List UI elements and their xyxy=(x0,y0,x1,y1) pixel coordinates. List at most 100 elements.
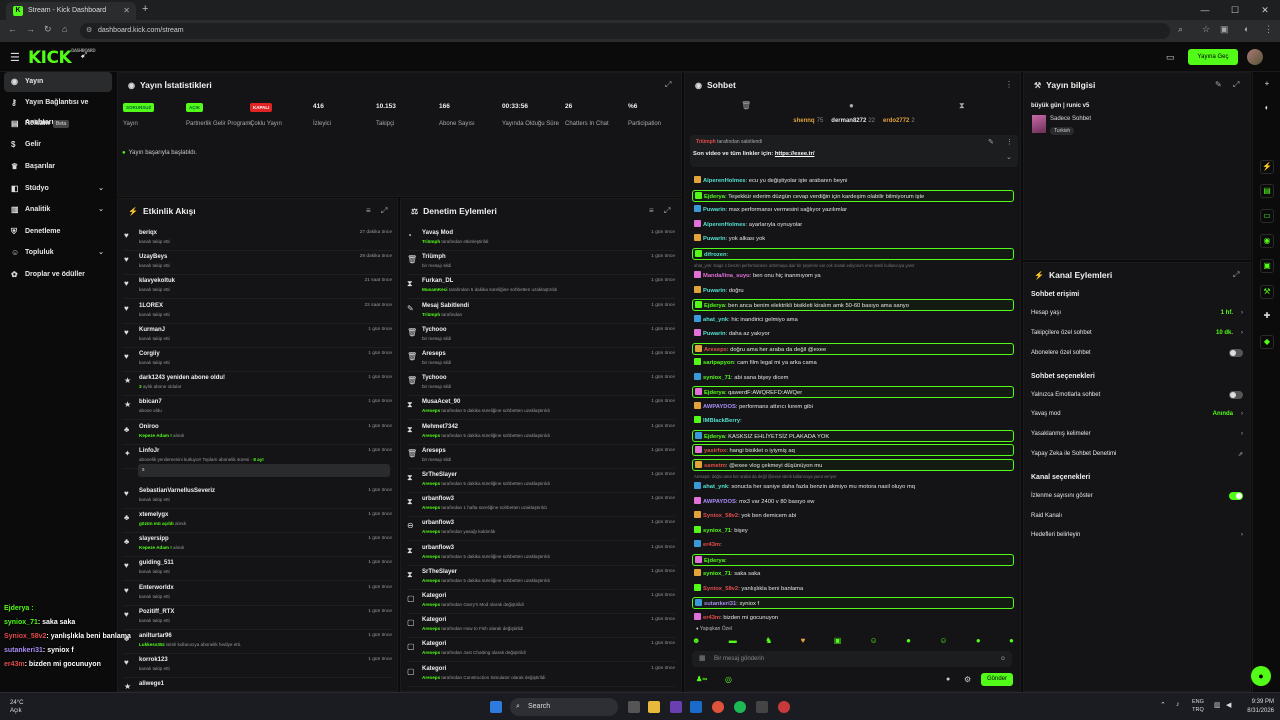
chat-username[interactable]: Ejderya xyxy=(704,390,725,396)
browser-tab[interactable]: K Stream - Kick Dashboard ✕ xyxy=(6,2,136,20)
chat-username[interactable]: Areseps xyxy=(704,347,727,353)
send-button[interactable]: Gönder xyxy=(981,673,1013,686)
address-bar[interactable]: ⚙ dashboard.kick.com/stream xyxy=(80,23,1170,39)
close-window-icon[interactable]: ✕ xyxy=(1250,0,1280,20)
settings-icon[interactable]: ⚙ xyxy=(964,675,971,684)
top-chatter[interactable]: shennq 75 xyxy=(793,118,823,124)
app-icon[interactable] xyxy=(670,701,682,713)
maximize-icon[interactable]: ☐ xyxy=(1220,0,1250,20)
task-view-icon[interactable] xyxy=(628,701,640,713)
chat-username[interactable]: er43m xyxy=(703,615,720,621)
expand-icon[interactable]: ⤢ xyxy=(665,80,671,90)
avatar[interactable] xyxy=(1247,49,1263,65)
chat-username[interactable]: syniox_71 xyxy=(703,528,731,534)
chat-username[interactable]: AWPAYDOS xyxy=(703,404,736,410)
list-item[interactable]: ♣ slayersipp Kepeze Adam ! alındı 1 gün önc… xyxy=(124,533,392,558)
emote-icon[interactable]: ● xyxy=(1009,636,1014,646)
tray-chevron-icon[interactable]: ⌃ xyxy=(1160,701,1166,709)
slow-mode-row[interactable]: Yavaş mod Anında › xyxy=(1031,411,1243,423)
pin-menu-icon[interactable]: ⋮ xyxy=(1006,138,1013,146)
sidebar-item-studio[interactable]: ◧ Stüdyo ⌄ xyxy=(4,179,112,199)
emote-icon[interactable]: ☺ xyxy=(939,636,947,646)
list-item[interactable]: ▢ Kategori Areseps tarafından Construction… xyxy=(407,663,675,687)
sub-message-field[interactable]: s xyxy=(138,464,390,477)
chat-message[interactable]: syniox_71: saka saka xyxy=(692,568,1014,580)
forward-icon[interactable]: → xyxy=(26,24,35,34)
chat-username[interactable]: Puwarin xyxy=(703,288,726,294)
chat-icon[interactable]: ● xyxy=(849,101,854,110)
list-item[interactable]: 🗑 Tychooo bir mesajı sildi 1 gün önce xyxy=(407,324,675,348)
bookmark-star-icon[interactable]: ☆ xyxy=(1202,24,1210,35)
home-icon[interactable]: ⌂ xyxy=(62,24,67,34)
list-item[interactable]: ♥ Enterworldx kanalı takip etti 1 gün önce xyxy=(124,582,392,606)
sidebar-item-ads[interactable]: ▤ Reklam Beta xyxy=(4,114,112,134)
file-explorer-icon[interactable] xyxy=(648,701,660,713)
list-item[interactable]: ⧗ Mehmet7342 Areseps tarafından 5 dakika s… xyxy=(407,421,675,445)
account-age-row[interactable]: Hesap yaşı 1 hf. › xyxy=(1031,310,1243,322)
chat-username[interactable]: er43m xyxy=(703,542,720,548)
start-icon[interactable] xyxy=(490,701,502,713)
pinned-link[interactable]: https://exee.tr/ xyxy=(775,151,815,157)
video-icon[interactable]: ▣ xyxy=(1260,259,1274,273)
puzzle-icon[interactable]: ✚ xyxy=(1260,310,1274,324)
emote-icon[interactable]: ▬ xyxy=(729,636,737,646)
expand-icon[interactable]: ⤢ xyxy=(1233,270,1239,280)
chat-username[interactable]: AWPAYDOS xyxy=(703,499,736,505)
expand-icon[interactable]: ⤢ xyxy=(381,206,387,216)
mic-icon[interactable]: ♪ xyxy=(1176,701,1180,708)
chat-message[interactable]: Ejderya: qawerdF:AWQREFD:AWQer xyxy=(692,386,1014,398)
emotes-only-toggle[interactable] xyxy=(1229,391,1243,399)
go-live-button[interactable]: Yayına Geç xyxy=(1188,49,1238,65)
list-item[interactable]: ♥ Pozitiff_RTX kanalı takip etti 1 gün önce xyxy=(124,606,392,630)
extensions-icon[interactable]: ▣ xyxy=(1220,24,1229,35)
chat-message[interactable]: ahat_ynk: hic inandirici gelmiyo ama xyxy=(692,314,1014,326)
chat-message[interactable]: Syniox_58v2: yok ben demicem abi xyxy=(692,510,1014,522)
list-item[interactable]: ⧗ SrTheSlayer Areseps tarafından 5 dakika … xyxy=(407,566,675,590)
list-item[interactable]: ⧗ MusaAcet_90 Areseps tarafından 5 dakika … xyxy=(407,396,675,421)
diamond-icon[interactable]: ◆ xyxy=(1260,335,1274,349)
reload-icon[interactable]: ↻ xyxy=(44,24,52,35)
chat-message[interactable]: Manda/lina_suyu: ben onu hiç inanmıyom y… xyxy=(692,270,1014,282)
sidebar-item-revenue[interactable]: $ Gelir xyxy=(4,135,112,155)
chat-message[interactable]: er43m: bizden mi gocunuyon xyxy=(692,612,1014,624)
emote-icon[interactable]: ☻ xyxy=(692,636,700,646)
expand-icon[interactable]: ⤢ xyxy=(664,206,670,216)
browser-menu-icon[interactable]: ⋮ xyxy=(1264,24,1273,35)
sidebar-item-moderation[interactable]: ⛨ Denetleme xyxy=(4,222,112,242)
followers-chat-row[interactable]: Takipçilere özel sohbet 10 dk. › xyxy=(1031,330,1243,342)
filter-icon[interactable]: ≡ xyxy=(366,206,371,215)
chat-message[interactable]: Ejderya: KASKSIZ EHLİYETSİZ PLAKADA YOK xyxy=(692,429,1014,442)
list-item[interactable]: ⧗ urbanflow3 Areseps tarafından 1 hafta sü… xyxy=(407,493,675,518)
list-item[interactable]: ♣ Oniroo Kepeze Adam ! alındı 1 gün önce xyxy=(124,421,392,445)
chat-input[interactable]: ▦ Bir mesaj gönderin ☺ xyxy=(692,651,1012,667)
sidebar-item-achievements[interactable]: ♛ Başarılar xyxy=(4,157,112,177)
emote-icon[interactable]: ♥ xyxy=(801,636,806,646)
subs-chat-toggle[interactable] xyxy=(1229,349,1243,357)
chat-username[interactable]: syniox_71 xyxy=(703,571,731,577)
chat-username[interactable]: Ejderya xyxy=(704,558,725,564)
chat-message[interactable]: ahat_ynk: sonucta her saniye daha fazla … xyxy=(692,481,1014,493)
wallet-icon[interactable]: ▭ xyxy=(1166,52,1175,63)
sidebar-item-community[interactable]: ☺ Topluluk ⌄ xyxy=(4,243,112,263)
language-indicator[interactable]: ENG TRQ xyxy=(1192,698,1204,714)
chat-mode-indicator[interactable]: ♟∞ xyxy=(696,675,707,683)
chat-username[interactable]: Ejderya xyxy=(704,434,725,440)
steam-icon[interactable] xyxy=(690,701,702,713)
bolt-icon[interactable]: ⚡ xyxy=(1260,160,1274,174)
chat-bubble-small-icon[interactable]: ● xyxy=(946,676,950,683)
taskbar-clock[interactable]: 9:39 PM 8/31/2026 xyxy=(1247,698,1274,716)
list-item[interactable]: ⧗ urbanflow3 Areseps tarafından 5 dakika s… xyxy=(407,542,675,566)
obs-icon[interactable] xyxy=(778,701,790,713)
emote-icon[interactable]: ☺ xyxy=(870,636,878,646)
chat-icon[interactable]: ▭ xyxy=(1260,209,1274,223)
zoom-icon[interactable]: ⌕ xyxy=(1178,24,1183,35)
list-item[interactable]: ♥ klavyekoltuk kanalı takip etti 21 saat ön… xyxy=(124,275,392,300)
sidebar-item-stream[interactable]: ◉ Yayın xyxy=(4,72,112,92)
chat-username[interactable]: sametm xyxy=(704,463,726,469)
chat-username[interactable]: ahat_ynk xyxy=(703,317,728,323)
trash-icon[interactable]: 🗑 xyxy=(741,101,751,110)
edit-icon[interactable]: ✎ xyxy=(1215,80,1222,89)
emote-icon[interactable]: ● xyxy=(906,636,911,646)
chat-username[interactable]: syniox_71 xyxy=(703,375,731,381)
list-item[interactable]: 🗑 Areseps bir mesajı sildi 1 gün önce xyxy=(407,348,675,372)
